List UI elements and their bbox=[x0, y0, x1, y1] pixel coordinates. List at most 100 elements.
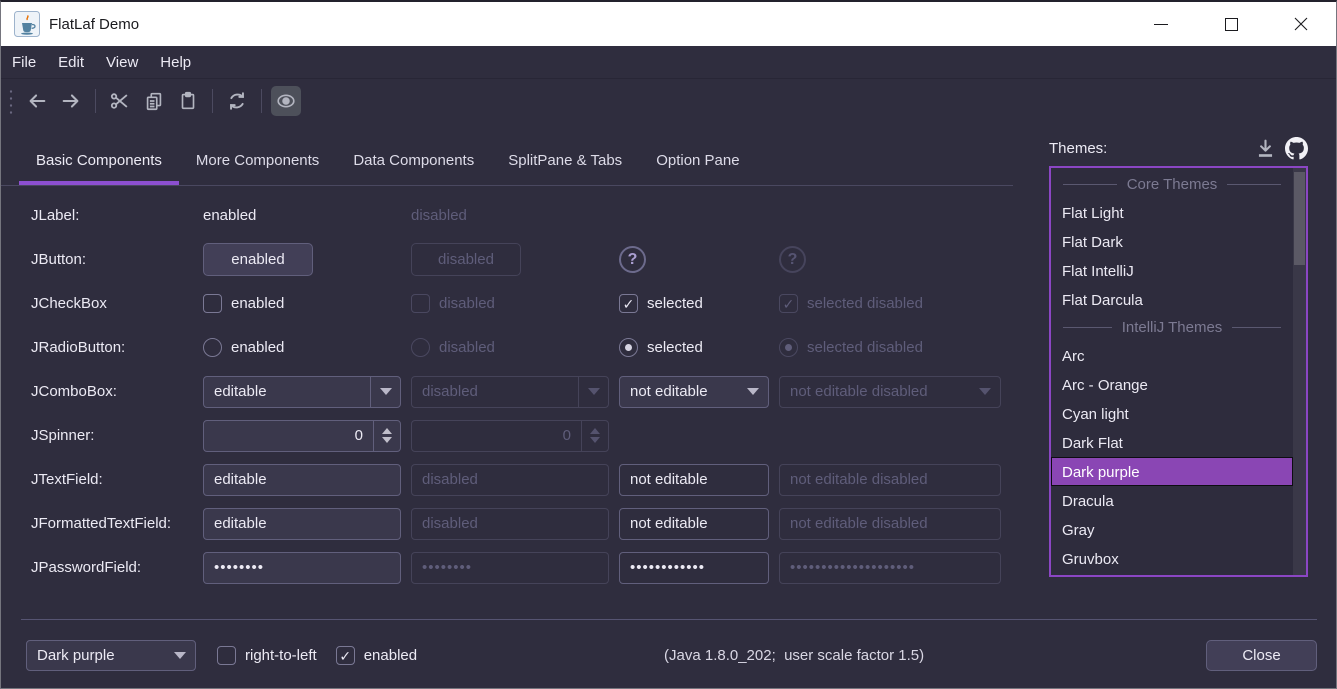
textfield-editable[interactable]: editable bbox=[203, 464, 401, 496]
theme-item-flat-intellij[interactable]: Flat IntelliJ bbox=[1051, 256, 1293, 285]
combobox-not-editable[interactable]: not editable bbox=[619, 376, 769, 408]
maximize-button[interactable] bbox=[1196, 2, 1266, 46]
theme-group-separator: Core Themes bbox=[1051, 171, 1293, 198]
formattedtextfield-not-editable[interactable]: not editable bbox=[619, 508, 769, 540]
tab-splitpane-tabs[interactable]: SplitPane & Tabs bbox=[491, 136, 639, 185]
theme-item-arc-orange[interactable]: Arc - Orange bbox=[1051, 370, 1293, 399]
checkbox-box[interactable]: ✓ bbox=[336, 646, 355, 665]
row-label: JRadioButton: bbox=[31, 339, 203, 356]
download-icon[interactable] bbox=[1255, 138, 1276, 159]
label-enabled: enabled bbox=[203, 207, 256, 224]
tab-more-components[interactable]: More Components bbox=[179, 136, 336, 185]
scrollbar-thumb[interactable] bbox=[1294, 172, 1305, 265]
combobox-arrow[interactable] bbox=[370, 377, 400, 407]
toolbar-separator bbox=[212, 89, 213, 113]
right-to-left-checkbox[interactable]: ✓ right-to-left bbox=[217, 646, 317, 665]
theme-item-flat-dark[interactable]: Flat Dark bbox=[1051, 227, 1293, 256]
row-label: JFormattedTextField: bbox=[31, 515, 203, 532]
formattedtextfield-disabled: disabled bbox=[411, 508, 609, 540]
radio-enabled[interactable] bbox=[203, 338, 222, 357]
tab-option-pane[interactable]: Option Pane bbox=[639, 136, 756, 185]
enabled-button[interactable]: enabled bbox=[203, 243, 313, 276]
back-button[interactable] bbox=[22, 86, 52, 116]
enabled-checkbox[interactable]: ✓ enabled bbox=[336, 646, 417, 665]
textfield-not-editable-disabled: not editable disabled bbox=[779, 464, 1001, 496]
row-label: JButton: bbox=[31, 251, 203, 268]
tab-data-components[interactable]: Data Components bbox=[336, 136, 491, 185]
formattedtextfield-not-editable-disabled: not editable disabled bbox=[779, 508, 1001, 540]
toolbar-separator bbox=[95, 89, 96, 113]
menu-edit[interactable]: Edit bbox=[47, 46, 95, 79]
theme-item-dark-purple[interactable]: Dark purple bbox=[1051, 457, 1293, 486]
minimize-icon bbox=[1154, 24, 1168, 25]
titlebar: FlatLaf Demo bbox=[1, 2, 1336, 46]
toolbar-separator bbox=[261, 89, 262, 113]
copy-icon bbox=[143, 90, 165, 112]
row-label: JTextField: bbox=[31, 471, 203, 488]
radio-selected[interactable] bbox=[619, 338, 638, 357]
minimize-button[interactable] bbox=[1126, 2, 1196, 46]
themes-scrollbar[interactable] bbox=[1293, 168, 1306, 575]
close-window-button[interactable] bbox=[1266, 2, 1336, 46]
menu-view[interactable]: View bbox=[95, 46, 149, 79]
cut-button[interactable] bbox=[105, 86, 135, 116]
radio-label: selected bbox=[647, 339, 703, 356]
formattedtextfield-editable[interactable]: editable bbox=[203, 508, 401, 540]
checkbox-enabled[interactable]: ✓ bbox=[203, 294, 222, 313]
combobox-arrow[interactable] bbox=[738, 377, 768, 407]
passwordfield-not-editable[interactable]: •••••••••••• bbox=[619, 552, 769, 584]
checkbox-disabled: ✓ bbox=[411, 294, 430, 313]
combobox-arrow bbox=[578, 377, 608, 407]
spinner-value: 0 bbox=[204, 427, 373, 444]
app-window: FlatLaf Demo File Edit View Help bbox=[0, 0, 1337, 689]
theme-item-arc[interactable]: Arc bbox=[1051, 341, 1293, 370]
theme-item-gruvbox[interactable]: Gruvbox bbox=[1051, 544, 1293, 573]
theme-item-flat-darcula[interactable]: Flat Darcula bbox=[1051, 285, 1293, 314]
theme-item-flat-light[interactable]: Flat Light bbox=[1051, 198, 1293, 227]
spinner-arrows[interactable] bbox=[373, 421, 400, 451]
combobox-arrow[interactable] bbox=[165, 641, 195, 670]
checkbox-label: selected bbox=[647, 295, 703, 312]
theme-selector-combobox[interactable]: Dark purple bbox=[26, 640, 196, 671]
forward-arrow-icon bbox=[60, 90, 82, 112]
main-content: Basic Components More Components Data Co… bbox=[1, 123, 1336, 621]
maximize-icon bbox=[1225, 18, 1238, 31]
forward-button[interactable] bbox=[56, 86, 86, 116]
close-icon bbox=[1294, 17, 1308, 31]
theme-item-gray[interactable]: Gray bbox=[1051, 515, 1293, 544]
spinner-arrows bbox=[581, 421, 608, 451]
checkbox-label: enabled bbox=[231, 295, 284, 312]
theme-selector-value: Dark purple bbox=[27, 647, 165, 664]
refresh-button[interactable] bbox=[222, 86, 252, 116]
row-label: JLabel: bbox=[31, 207, 203, 224]
help-button[interactable]: ? bbox=[619, 246, 646, 273]
paste-button[interactable] bbox=[173, 86, 203, 116]
themes-title: Themes: bbox=[1049, 140, 1107, 157]
status-text: (Java 1.8.0_202; user scale factor 1.5) bbox=[664, 647, 924, 664]
combobox-editable[interactable]: editable bbox=[203, 376, 401, 408]
menu-help[interactable]: Help bbox=[149, 46, 202, 79]
paste-icon bbox=[177, 90, 199, 112]
github-icon[interactable] bbox=[1285, 137, 1308, 160]
checkbox-selected[interactable]: ✓ bbox=[619, 294, 638, 313]
combobox-arrow bbox=[970, 377, 1000, 407]
tab-basic-components[interactable]: Basic Components bbox=[19, 136, 179, 185]
copy-button[interactable] bbox=[139, 86, 169, 116]
toolbar-grip[interactable] bbox=[8, 88, 14, 114]
menu-file[interactable]: File bbox=[1, 46, 47, 79]
spinner-enabled[interactable]: 0 bbox=[203, 420, 401, 452]
combobox-value: disabled bbox=[412, 383, 578, 400]
label-disabled: disabled bbox=[411, 207, 467, 224]
close-button[interactable]: Close bbox=[1206, 640, 1317, 671]
theme-item-dark-flat[interactable]: Dark Flat bbox=[1051, 428, 1293, 457]
checkbox-box[interactable]: ✓ bbox=[217, 646, 236, 665]
theme-item-cyan-light[interactable]: Cyan light bbox=[1051, 399, 1293, 428]
checkbox-selected-disabled: ✓ bbox=[779, 294, 798, 313]
combobox-disabled: disabled bbox=[411, 376, 609, 408]
theme-item-dracula[interactable]: Dracula bbox=[1051, 486, 1293, 515]
passwordfield-editable[interactable]: •••••••• bbox=[203, 552, 401, 584]
textfield-not-editable[interactable]: not editable bbox=[619, 464, 769, 496]
show-details-toggle-button[interactable] bbox=[271, 86, 301, 116]
menubar: File Edit View Help bbox=[1, 46, 1336, 79]
refresh-icon bbox=[226, 90, 248, 112]
